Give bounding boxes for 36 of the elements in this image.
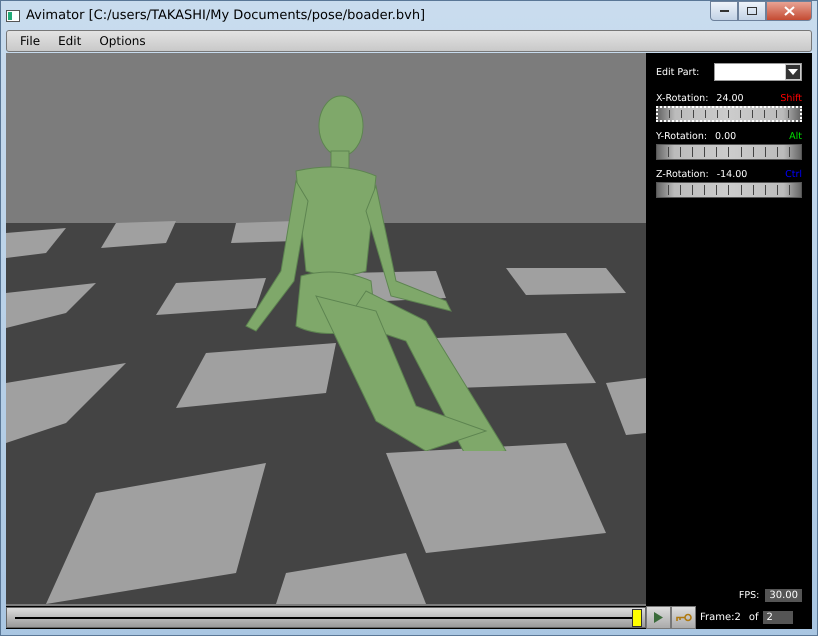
modifier-key-label: Ctrl (785, 169, 802, 180)
rotation-wheel[interactable] (656, 182, 802, 198)
edit-part-dropdown[interactable] (714, 63, 802, 81)
of-label: of (748, 612, 759, 623)
close-button[interactable] (766, 1, 812, 21)
minimize-button[interactable] (710, 1, 738, 21)
minimize-icon (720, 10, 728, 12)
maximize-icon (747, 7, 757, 15)
keyframe-button[interactable] (671, 606, 696, 629)
modifier-key-label: Shift (780, 93, 802, 104)
play-button[interactable] (646, 606, 671, 629)
rotation-value: 24.00 (716, 93, 744, 104)
timeline-thumb[interactable] (632, 608, 642, 626)
edit-part-label: Edit Part: (656, 66, 700, 78)
menu-item[interactable]: Options (90, 34, 155, 48)
play-icon (654, 612, 663, 623)
fps-field: 30.00 (765, 589, 802, 602)
app-icon (6, 10, 20, 22)
rotation-label: Z-Rotation: (656, 169, 709, 180)
rotation-label: Y-Rotation: (656, 131, 708, 142)
close-icon (784, 6, 794, 16)
rotation-wheel[interactable] (656, 144, 802, 160)
menu-item[interactable]: File (11, 34, 50, 48)
total-frames-field[interactable]: 2 (762, 611, 793, 624)
dropdown-arrow-icon (788, 69, 798, 75)
window-title: Avimator [C:/users/TAKASHI/My Documents/pose/boader.bvh] (26, 8, 426, 23)
rotation-value: -14.00 (716, 169, 748, 180)
rotation-value: 0.00 (715, 131, 736, 142)
rotation-label: X-Rotation: (656, 93, 708, 104)
fps-label: FPS: (738, 590, 760, 601)
key-icon (676, 613, 692, 622)
modifier-key-label: Alt (789, 131, 802, 142)
timeline-slider[interactable] (6, 607, 646, 628)
menu-item[interactable]: Edit (49, 34, 90, 48)
maximize-button[interactable] (738, 1, 766, 21)
frame-label: Frame:2 (700, 612, 741, 623)
